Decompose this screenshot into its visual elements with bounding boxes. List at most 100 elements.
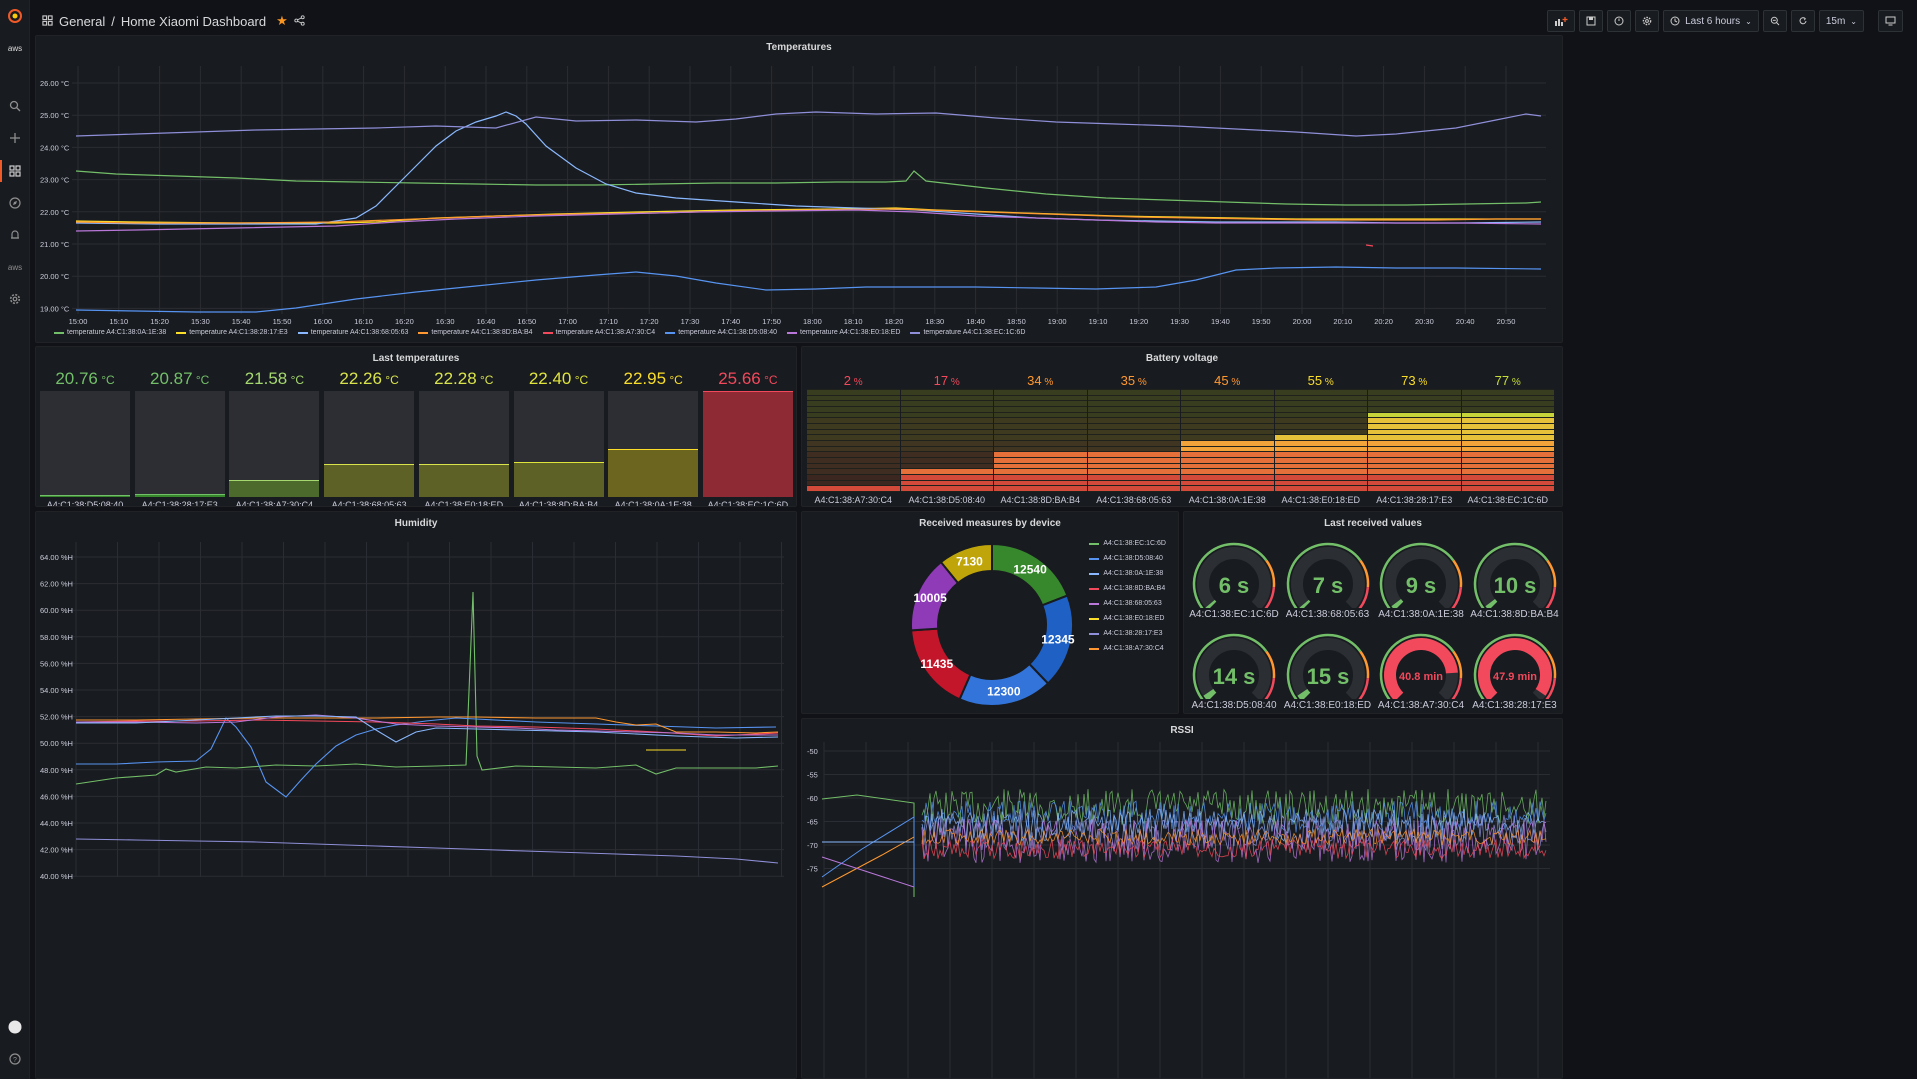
legend-item[interactable]: A4:C1:38:EC:1C:6D xyxy=(1089,536,1166,551)
stat-label: A4:C1:38:68:05:63 xyxy=(331,500,407,507)
y-tick-label: 56.00 %H xyxy=(40,659,73,668)
explore-icon[interactable] xyxy=(5,193,25,213)
y-tick-label: 42.00 %H xyxy=(40,846,73,855)
share-icon[interactable] xyxy=(294,14,305,29)
battery-column[interactable]: 2 % A4:C1:38:A7:30:C4 xyxy=(807,373,900,505)
received-measures-panel[interactable]: Received measures by device 12540 12345 12… xyxy=(801,511,1179,714)
battery-column[interactable]: 73 % A4:C1:38:28:17:E3 xyxy=(1368,373,1461,505)
star-icon[interactable]: ★ xyxy=(276,13,288,29)
battery-column[interactable]: 34 % A4:C1:38:8D:BA:B4 xyxy=(994,373,1087,505)
legend-item[interactable]: temperature A4:C1:38:D5:08:40 xyxy=(665,329,777,336)
stat-column[interactable]: 22.28 °C A4:C1:38:E0:18:ED xyxy=(418,369,509,506)
gauge-label: A4:C1:38:E0:18:ED xyxy=(1283,700,1372,711)
gauge[interactable]: 7 s A4:C1:38:68:05:63 xyxy=(1283,538,1373,620)
dashboards-icon[interactable] xyxy=(5,161,25,181)
legend-item[interactable]: A4:C1:38:A7:30:C4 xyxy=(1089,641,1166,656)
panel-title[interactable]: RSSI xyxy=(802,725,1562,736)
battery-unit: % xyxy=(948,377,960,388)
legend-item[interactable]: temperature A4:C1:38:28:17:E3 xyxy=(176,329,288,336)
panel-title[interactable]: Last received values xyxy=(1184,518,1562,529)
legend-item[interactable]: A4:C1:38:E0:18:ED xyxy=(1089,611,1166,626)
plus-icon[interactable] xyxy=(5,128,25,148)
rssi-panel[interactable]: RSSI -50 -55 -60 -65 -70 -75 xyxy=(801,718,1563,1079)
stat-column[interactable]: 22.95 °C A4:C1:38:0A:1E:38 xyxy=(608,369,699,506)
battery-led-segment xyxy=(1368,435,1461,440)
received-measures-donut[interactable]: 12540 12345 12300 11435 10005 7130 xyxy=(857,528,1127,714)
battery-column[interactable]: 55 % A4:C1:38:E0:18:ED xyxy=(1274,373,1367,505)
gauge[interactable]: 9 s A4:C1:38:0A:1E:38 xyxy=(1376,538,1466,620)
stat-number: 22.26 xyxy=(339,369,382,388)
tv-mode-button[interactable] xyxy=(1878,10,1903,32)
gauge[interactable]: 6 s A4:C1:38:EC:1C:6D xyxy=(1189,538,1279,620)
gauge[interactable]: 10 s A4:C1:38:8D:BA:B4 xyxy=(1470,538,1560,620)
breadcrumb-folder[interactable]: General xyxy=(59,14,105,29)
temperatures-panel[interactable]: Temperatures 26.00 °C 25.00 °C 24.00 °C 23.… xyxy=(35,35,1563,343)
add-panel-button[interactable] xyxy=(1547,10,1576,32)
panel-title[interactable]: Temperatures xyxy=(36,42,1562,53)
gauge[interactable]: 47.9 min A4:C1:38:28:17:E3 xyxy=(1470,629,1560,711)
user-avatar-icon[interactable] xyxy=(5,1017,25,1037)
temperatures-chart[interactable]: 26.00 °C 25.00 °C 24.00 °C 23.00 °C 22.00 °C… xyxy=(36,56,1563,343)
gear-icon[interactable] xyxy=(5,289,25,309)
battery-number: 77 xyxy=(1494,373,1510,388)
battery-led-segment xyxy=(1181,463,1274,469)
last-received-panel[interactable]: Last received values 6 s A4:C1:38:EC:1C:6… xyxy=(1183,511,1563,714)
legend-item[interactable]: temperature A4:C1:38:A7:30:C4 xyxy=(542,329,655,336)
rssi-chart[interactable]: -50 -55 -60 -65 -70 -75 xyxy=(802,737,1563,1079)
battery-voltage-panel[interactable]: Battery voltage 2 % A4:C1:38:A7:30:C4 17 %… xyxy=(801,346,1563,507)
settings-button[interactable] xyxy=(1635,10,1660,32)
panel-title[interactable]: Last temperatures xyxy=(36,353,796,364)
legend-item[interactable]: temperature A4:C1:38:0A:1E:38 xyxy=(54,329,166,336)
battery-column[interactable]: 77 % A4:C1:38:EC:1C:6D xyxy=(1461,373,1554,505)
legend-swatch xyxy=(665,331,676,334)
battery-led-segment xyxy=(1181,469,1274,474)
refresh-button[interactable] xyxy=(1790,10,1815,32)
stat-column[interactable]: 22.40 °C A4:C1:38:8D:BA:B4 xyxy=(513,369,604,506)
stat-column[interactable]: 21.58 °C A4:C1:38:A7:30:C4 xyxy=(229,369,320,506)
stat-column[interactable]: 25.66 °C A4:C1:38:EC:1C:6D xyxy=(702,369,793,506)
aws-icon[interactable]: aws xyxy=(5,257,25,277)
stat-column[interactable]: 20.87 °C A4:C1:38:28:17:E3 xyxy=(134,369,225,506)
panel-title[interactable]: Battery voltage xyxy=(802,353,1562,364)
save-button[interactable] xyxy=(1579,10,1604,32)
time-picker[interactable]: Last 6 hours ⌄ xyxy=(1663,10,1759,32)
gauge[interactable]: 40.8 min A4:C1:38:A7:30:C4 xyxy=(1376,629,1466,711)
panel-title[interactable]: Humidity xyxy=(36,518,796,529)
battery-led-segment xyxy=(900,480,993,486)
stat-column[interactable]: 20.76 °C A4:C1:38:D5:08:40 xyxy=(40,369,130,506)
gauge[interactable]: 14 s A4:C1:38:D5:08:40 xyxy=(1189,629,1279,711)
stat-column[interactable]: 22.26 °C A4:C1:38:68:05:63 xyxy=(324,369,415,507)
y-tick-label: 23.00 °C xyxy=(40,176,70,185)
breadcrumb-title[interactable]: Home Xiaomi Dashboard xyxy=(121,14,266,29)
legend-item[interactable]: A4:C1:38:68:05:63 xyxy=(1089,596,1166,611)
legend-item[interactable]: temperature A4:C1:38:68:05:63 xyxy=(297,329,408,336)
battery-column[interactable]: 35 % A4:C1:38:68:05:63 xyxy=(1087,373,1180,505)
legend-item[interactable]: temperature A4:C1:38:EC:1C:6D xyxy=(910,329,1025,336)
humidity-panel[interactable]: Humidity 64.00 %H 62.00 %H 60.00 %H 58.00 %… xyxy=(35,511,797,1079)
legend-item[interactable]: A4:C1:38:D5:08:40 xyxy=(1089,551,1166,566)
legend-item[interactable]: A4:C1:38:8D:BA:B4 xyxy=(1089,581,1166,596)
legend-item[interactable]: temperature A4:C1:38:8D:BA:B4 xyxy=(418,329,533,336)
legend-item[interactable]: A4:C1:38:28:17:E3 xyxy=(1089,626,1166,641)
battery-column[interactable]: 17 % A4:C1:38:D5:08:40 xyxy=(900,373,993,505)
snapshot-button[interactable] xyxy=(1607,10,1632,32)
battery-led-segment xyxy=(1274,463,1367,469)
humidity-chart[interactable]: 64.00 %H 62.00 %H 60.00 %H 58.00 %H 56.00 %H… xyxy=(36,532,797,1079)
refresh-interval-picker[interactable]: 15m ⌄ xyxy=(1818,10,1864,32)
x-tick-label: 16:10 xyxy=(354,317,373,326)
alert-bell-icon[interactable] xyxy=(5,225,25,245)
gauge-dial: 15 s xyxy=(1286,633,1369,705)
legend-item[interactable]: temperature A4:C1:38:E0:18:ED xyxy=(787,329,900,336)
help-icon[interactable]: ? xyxy=(5,1049,25,1069)
battery-column[interactable]: 45 % A4:C1:38:0A:1E:38 xyxy=(1181,373,1274,505)
search-icon[interactable] xyxy=(5,96,25,116)
y-tick-label: 44.00 %H xyxy=(40,819,73,828)
gauge[interactable]: 15 s A4:C1:38:E0:18:ED xyxy=(1283,629,1373,711)
battery-led-segment xyxy=(807,457,900,463)
legend-item[interactable]: A4:C1:38:0A:1E:38 xyxy=(1089,566,1166,581)
battery-led-segment xyxy=(900,474,993,480)
aws-icon[interactable]: aws xyxy=(5,38,25,58)
zoom-out-button[interactable] xyxy=(1762,10,1787,32)
grafana-logo-icon[interactable] xyxy=(5,6,25,26)
last-temperatures-panel[interactable]: Last temperatures 20.76 °C A4:C1:38:D5:08… xyxy=(35,346,797,507)
